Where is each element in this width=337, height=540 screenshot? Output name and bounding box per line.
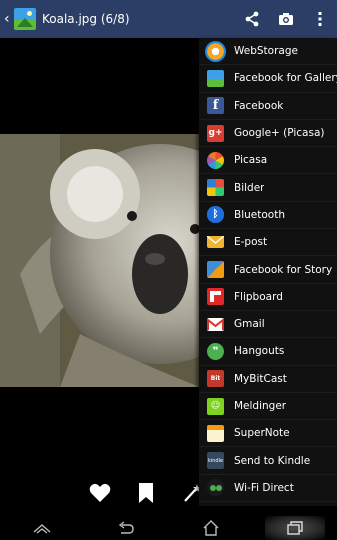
share-option-label: Flipboard (234, 290, 283, 303)
share-option-label: Bluetooth (234, 208, 285, 221)
share-option-label: E-post (234, 236, 268, 249)
mybitcast-icon: Bit (207, 370, 224, 388)
share-option-e-post[interactable]: E-post (199, 229, 337, 257)
share-option-bluetooth[interactable]: ᛒ Bluetooth (199, 202, 337, 230)
flipboard-icon (207, 288, 224, 306)
share-option-label: Facebook (234, 99, 284, 112)
bilder-icon (207, 179, 224, 197)
favorite-heart-icon (89, 483, 111, 502)
gmail-icon (207, 317, 224, 331)
bluetooth-icon: ᛒ (207, 206, 224, 224)
share-option-label: Gmail (234, 318, 265, 331)
share-option-label: Wi-Fi Direct (234, 481, 294, 494)
share-option-flipboard[interactable]: Flipboard (199, 284, 337, 311)
story-icon (207, 261, 224, 279)
google-plus-icon: g+ (207, 124, 224, 142)
page-title: Koala.jpg (6/8) (42, 12, 130, 26)
share-option-label: Bilder (234, 181, 265, 194)
share-icon (245, 11, 259, 27)
recent-apps-icon (33, 524, 51, 534)
gallery-icon[interactable] (14, 8, 36, 30)
share-option-label: WebStorage (234, 45, 298, 58)
share-option-gmail[interactable]: Gmail (199, 311, 337, 339)
share-option-google-plus[interactable]: g+ Google+ (Picasa) (199, 120, 337, 148)
share-option-label: Facebook for Gallery (234, 72, 337, 85)
share-button[interactable] (235, 0, 269, 38)
share-option-label: MyBitCast (234, 372, 287, 385)
share-option-supernote[interactable]: SuperNote (199, 420, 337, 448)
share-option-mybitcast[interactable]: Bit MyBitCast (199, 366, 337, 393)
share-option-label: Meldinger (234, 400, 287, 412)
share-option-label: Google+ (Picasa) (234, 127, 325, 140)
multitask-icon (287, 521, 303, 535)
share-option-picasa[interactable]: Picasa (199, 147, 337, 175)
share-option-facebook-for-story[interactable]: Facebook for Story (199, 256, 337, 284)
gallery-app-icon (207, 69, 224, 87)
share-option-label: SuperNote (234, 427, 290, 440)
picasa-icon (207, 151, 224, 169)
share-option-webstorage[interactable]: WebStorage (199, 38, 337, 66)
share-option-meldinger[interactable]: ☺ Meldinger (199, 393, 337, 421)
back-icon (119, 521, 135, 534)
overflow-menu-icon (318, 12, 322, 26)
webstorage-icon (207, 42, 224, 60)
share-option-hangouts[interactable]: ❞ Hangouts (199, 338, 337, 366)
share-option-facebook[interactable]: f Facebook (199, 93, 337, 120)
camera-icon (279, 13, 293, 25)
email-icon (207, 236, 224, 249)
top-action-bar: ‹ Koala.jpg (6/8) (0, 0, 337, 38)
messaging-icon: ☺ (207, 397, 224, 415)
share-option-bilder[interactable]: Bilder (199, 174, 337, 202)
back-button[interactable] (96, 516, 156, 540)
facebook-icon: f (207, 97, 224, 115)
share-menu: WebStorage Facebook for Gallery f Facebo… (199, 38, 337, 506)
share-option-label: Picasa (234, 154, 268, 167)
hangouts-icon: ❞ (207, 342, 224, 360)
home-button[interactable] (181, 516, 241, 540)
bookmark-icon (139, 483, 153, 503)
supernote-icon (207, 424, 224, 442)
home-icon (203, 520, 219, 536)
system-navigation-bar (0, 516, 337, 540)
share-option-wifi-direct[interactable]: Wi-Fi Direct (199, 475, 337, 503)
share-option-label: Facebook for Story (234, 263, 333, 276)
share-option-facebook-for-gallery[interactable]: Facebook for Gallery (199, 65, 337, 93)
bookmark-button[interactable] (123, 470, 169, 516)
wifi-direct-icon (207, 479, 224, 497)
multitask-button[interactable] (264, 516, 325, 540)
share-option-send-to-kindle[interactable]: kindle Send to Kindle (199, 447, 337, 475)
chevron-left-icon[interactable]: ‹ (4, 11, 12, 27)
recent-apps-button[interactable] (12, 516, 72, 540)
overflow-menu-button[interactable] (303, 0, 337, 38)
share-option-label: Hangouts (234, 345, 285, 358)
share-option-label: Send to Kindle (234, 454, 311, 467)
favorite-button[interactable] (77, 470, 123, 516)
camera-button[interactable] (269, 0, 303, 38)
kindle-icon: kindle (207, 452, 224, 470)
